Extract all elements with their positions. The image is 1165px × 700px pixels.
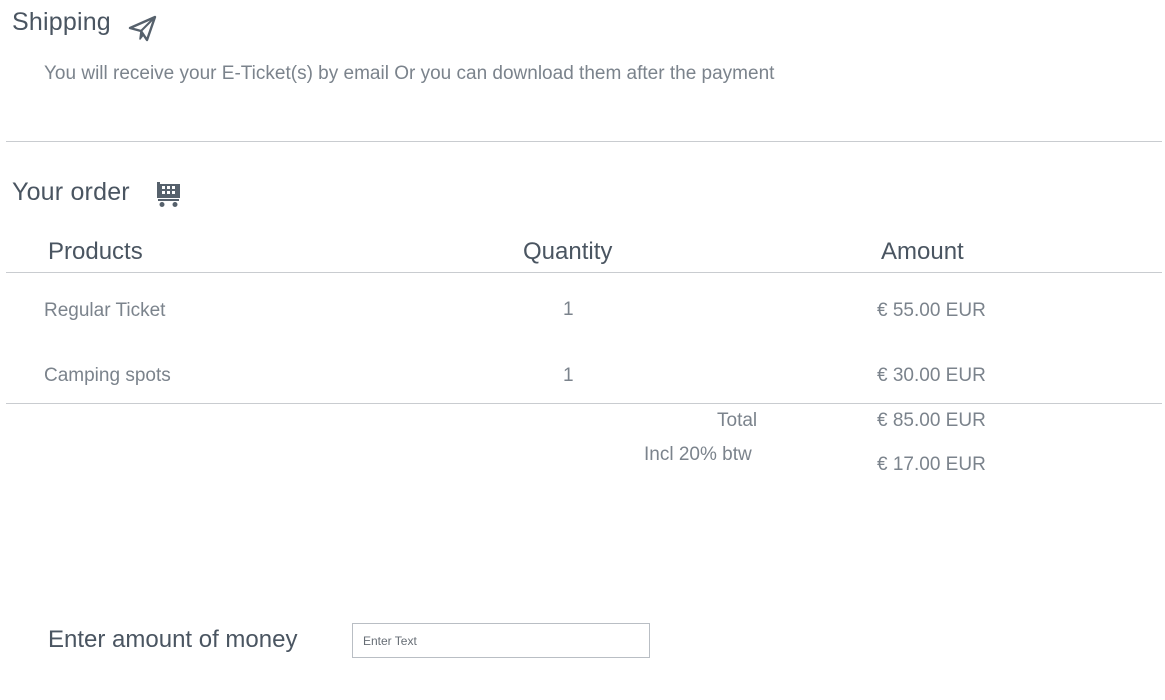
table-footer-divider	[6, 403, 1162, 404]
amount-field-label: Enter amount of money	[48, 626, 298, 653]
product-quantity: 1	[563, 299, 574, 320]
product-amount: € 30.00 EUR	[877, 365, 986, 386]
shipping-message: You will receive your E-Ticket(s) by ema…	[44, 63, 775, 84]
vat-label: Incl 20% btw	[644, 444, 752, 465]
paper-plane-icon	[128, 15, 157, 42]
section-divider	[6, 141, 1162, 142]
product-quantity: 1	[563, 365, 574, 386]
total-label: Total	[717, 410, 758, 431]
amount-input[interactable]	[352, 623, 650, 658]
shipping-title: Shipping	[12, 8, 111, 36]
quantity-column-header: Quantity	[523, 238, 613, 265]
products-column-header: Products	[48, 238, 143, 265]
table-header-divider	[6, 272, 1162, 273]
product-name: Camping spots	[44, 365, 171, 386]
product-amount: € 55.00 EUR	[877, 300, 986, 321]
total-value: € 85.00 EUR	[877, 410, 986, 431]
product-name: Regular Ticket	[44, 300, 166, 321]
shopping-cart-icon	[157, 182, 180, 207]
vat-value: € 17.00 EUR	[877, 454, 986, 475]
order-title: Your order	[12, 178, 130, 206]
amount-column-header: Amount	[881, 238, 964, 265]
